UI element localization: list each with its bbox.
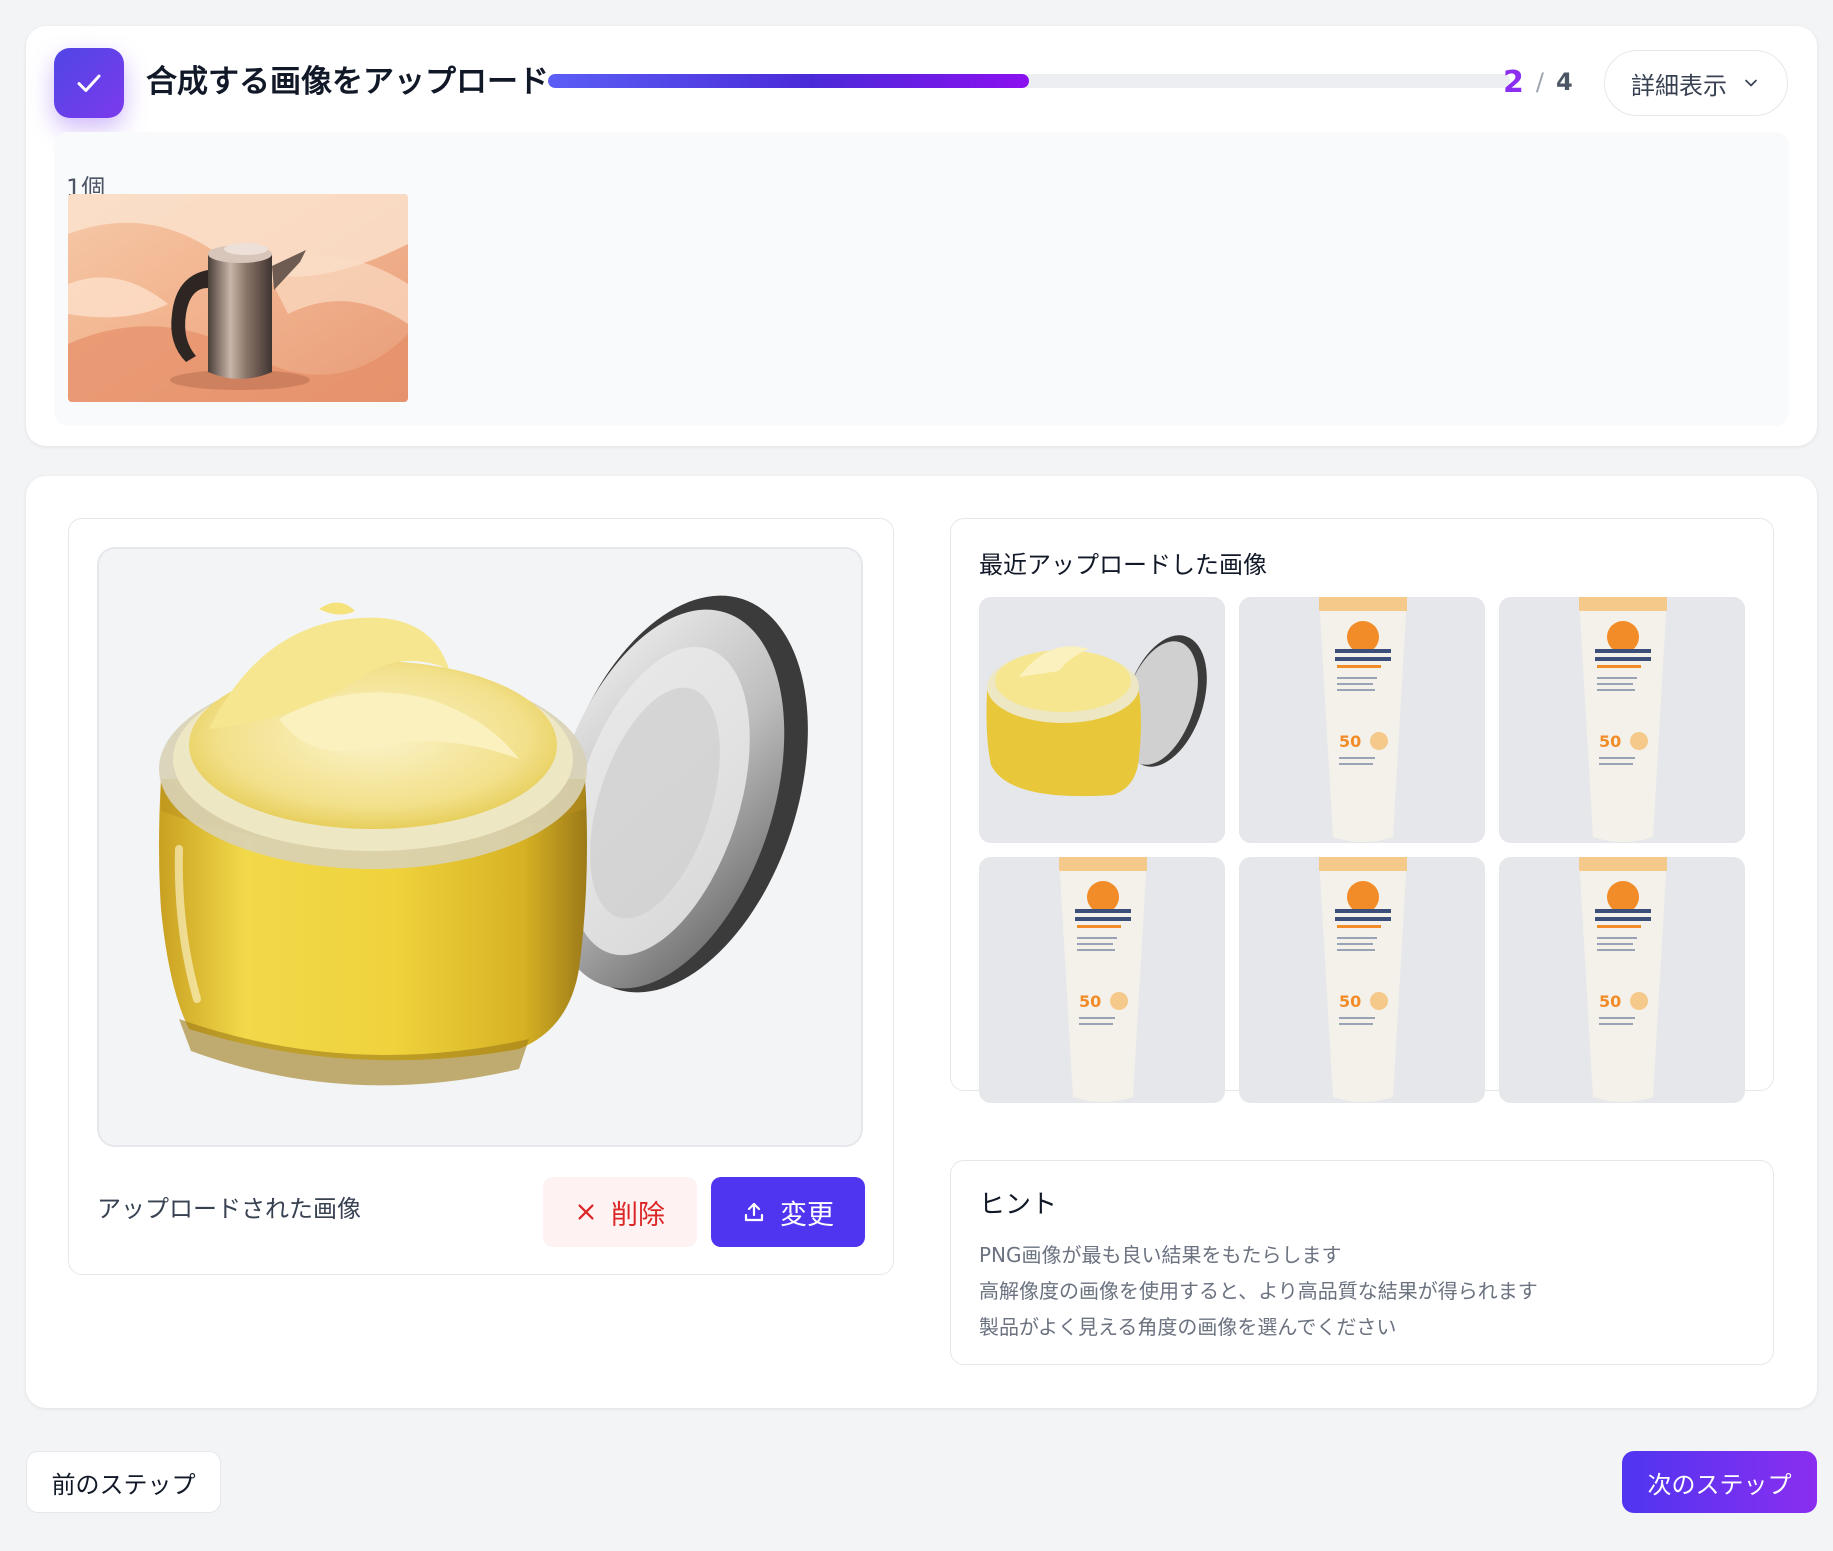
step-separator: /: [1535, 68, 1544, 96]
step-total: 4: [1555, 68, 1573, 96]
change-button[interactable]: 変更: [711, 1177, 865, 1247]
recent-item-sunscreen-2[interactable]: 50: [1499, 597, 1745, 843]
hint-panel: ヒント PNG画像が最も良い結果をもたらします 高解像度の画像を使用すると、より…: [950, 1160, 1774, 1365]
recent-uploads-grid: 50 50 50 50 50: [979, 597, 1745, 1103]
step-title: 合成する画像をアップロード: [146, 64, 549, 100]
hint-title: ヒント: [979, 1190, 1058, 1220]
hint-item: PNG画像が最も良い結果をもたらします: [979, 1243, 1342, 1267]
step-current: 2: [1503, 64, 1524, 100]
recent-uploads-panel: 最近アップロードした画像 50 50 50 50 50: [950, 518, 1774, 1103]
main-card: アップロードされた画像 削除 変更 最近アップロードした画像 50 50 50 …: [26, 476, 1817, 1408]
uploaded-kettle-thumbnail[interactable]: [68, 194, 408, 402]
hint-item: 高解像度の画像を使用すると、より高品質な結果が得られます: [979, 1279, 1538, 1303]
recent-item-sunscreen-5[interactable]: 50: [1499, 857, 1745, 1103]
svg-text:50: 50: [1339, 992, 1361, 1011]
cream-jar-image: [159, 595, 808, 1086]
svg-text:50: 50: [1599, 732, 1621, 751]
delete-button-label: 削除: [611, 1199, 665, 1231]
hint-list: PNG画像が最も良い結果をもたらします 高解像度の画像を使用すると、より高品質な…: [979, 1237, 1538, 1345]
close-icon: [578, 1204, 594, 1220]
detail-toggle-label: 詳細表示: [1631, 71, 1727, 100]
step-complete-badge: [54, 48, 124, 118]
detail-toggle-button[interactable]: 詳細表示: [1604, 50, 1788, 116]
svg-text:50: 50: [1079, 992, 1101, 1011]
step-progress-bar: [548, 74, 1510, 88]
uploaded-image-preview: [97, 547, 863, 1147]
svg-text:50: 50: [1599, 992, 1621, 1011]
upload-icon: [744, 1202, 764, 1222]
uploaded-image-panel: アップロードされた画像 削除 変更: [68, 518, 894, 1275]
check-icon: [77, 74, 101, 92]
step-counter: 2 / 4: [1503, 60, 1603, 104]
svg-text:50: 50: [1339, 732, 1361, 751]
change-button-label: 変更: [780, 1199, 834, 1231]
delete-button[interactable]: 削除: [543, 1177, 697, 1247]
recent-item-sunscreen-3[interactable]: 50: [979, 857, 1225, 1103]
step-progress-fill: [548, 74, 1029, 88]
next-step-button[interactable]: 次のステップ: [1622, 1451, 1817, 1513]
hint-item: 製品がよく見える角度の画像を選んでください: [979, 1315, 1397, 1339]
chevron-down-icon: [1745, 79, 1757, 87]
recent-item-cream-jar[interactable]: [979, 597, 1225, 843]
recent-item-sunscreen-4[interactable]: 50: [1239, 857, 1485, 1103]
prev-step-button[interactable]: 前のステップ: [26, 1451, 221, 1513]
recent-item-sunscreen-1[interactable]: 50: [1239, 597, 1485, 843]
recent-uploads-title: 最近アップロードした画像: [979, 551, 1267, 579]
step-card: 合成する画像をアップロード 2 / 4 詳細表示 1個: [26, 26, 1817, 446]
uploaded-image-label: アップロードされた画像: [97, 1195, 361, 1223]
